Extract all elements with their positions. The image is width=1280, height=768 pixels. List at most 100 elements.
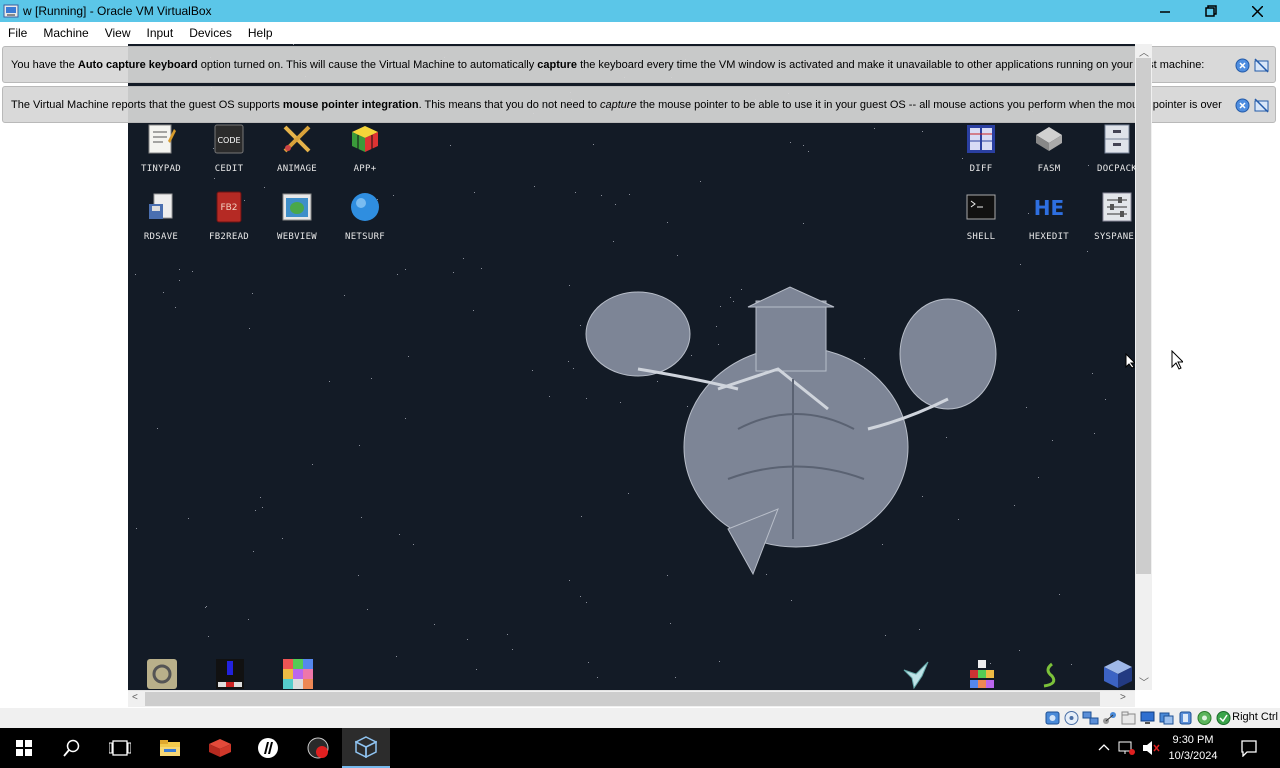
star: [293, 44, 294, 45]
scroll-up-icon[interactable]: ︿: [1139, 44, 1149, 59]
minimize-button[interactable]: [1142, 0, 1188, 22]
star: [397, 274, 398, 275]
auto-capture-notice: You have the Auto capture keyboard optio…: [2, 46, 1276, 83]
star: [629, 194, 630, 195]
app-taskbar-item[interactable]: [244, 728, 292, 768]
star: [463, 258, 464, 259]
optical-drive-icon[interactable]: [1063, 710, 1080, 726]
restore-button[interactable]: [1188, 0, 1234, 22]
window-titlebar[interactable]: w [Running] - Oracle VM VirtualBox: [0, 0, 1280, 22]
vertical-scrollbar[interactable]: ︿ ﹀: [1135, 44, 1152, 690]
star: [670, 623, 671, 624]
star: [667, 222, 668, 223]
guest-desktop[interactable]: TINYPAD CODE CEDIT ANIMAGE APP+ RDSAVE F…: [128, 44, 1135, 690]
vertical-scroll-thumb[interactable]: [1136, 58, 1151, 574]
file-explorer-taskbar-item[interactable]: [146, 728, 194, 768]
app-taskbar-item[interactable]: [294, 728, 342, 768]
desktop-icon-cedit[interactable]: CODE CEDIT: [196, 122, 262, 174]
svg-text:CODE: CODE: [217, 136, 240, 145]
star: [675, 677, 676, 678]
snake-icon[interactable]: [1034, 658, 1066, 690]
desktop-icon-syspanel[interactable]: SYSPANEL: [1084, 190, 1135, 242]
star: [1038, 477, 1039, 478]
crossed-tools-icon: [280, 122, 314, 156]
close-button[interactable]: [1234, 0, 1280, 22]
hex-editor-icon: HE: [1032, 190, 1066, 224]
star: [1087, 251, 1088, 252]
start-button[interactable]: [0, 728, 48, 768]
mouse-integration-icon[interactable]: [1215, 710, 1232, 726]
menu-view[interactable]: View: [97, 22, 139, 44]
scroll-left-icon[interactable]: <: [132, 692, 138, 703]
star: [885, 635, 886, 636]
star: [575, 192, 576, 193]
star: [252, 293, 253, 294]
virtualbox-taskbar-item[interactable]: [342, 728, 390, 768]
star: [1018, 310, 1019, 311]
hummingbird-icon[interactable]: [900, 658, 932, 690]
hard-disk-icon[interactable]: [1044, 710, 1061, 726]
scroll-right-icon[interactable]: >: [1120, 692, 1126, 703]
taskbar-clock[interactable]: 9:30 PM 10/3/2024: [1163, 732, 1223, 764]
star: [1020, 264, 1021, 265]
windows-taskbar: 9:30 PM 10/3/2024: [0, 728, 1280, 768]
menu-devices[interactable]: Devices: [181, 22, 240, 44]
star: [473, 310, 474, 311]
dock-app-icon[interactable]: [146, 658, 178, 690]
star: [214, 178, 215, 179]
tetris-icon[interactable]: [966, 658, 998, 690]
recording-icon[interactable]: [1177, 710, 1194, 726]
menu-machine[interactable]: Machine: [35, 22, 96, 44]
desktop-icon-docpack[interactable]: DOCPACK: [1084, 122, 1135, 174]
menu-input[interactable]: Input: [139, 22, 182, 44]
horizontal-scrollbar[interactable]: < >: [128, 690, 1135, 707]
horizontal-scroll-thumb[interactable]: [145, 692, 1100, 706]
usb-icon[interactable]: [1101, 710, 1118, 726]
desktop-icon-shell[interactable]: SHELL: [948, 190, 1014, 242]
star: [532, 370, 533, 371]
volume-muted-icon[interactable]: [1142, 740, 1160, 756]
notice-close-icon[interactable]: [1235, 58, 1250, 73]
star: [569, 580, 570, 581]
task-view-button[interactable]: [96, 728, 144, 768]
display-icon[interactable]: [1139, 710, 1156, 726]
desktop-icon-netsurf[interactable]: NETSURF: [332, 190, 398, 242]
scroll-down-icon[interactable]: ﹀: [1139, 674, 1149, 689]
star: [248, 619, 249, 620]
notice-suppress-icon[interactable]: [1254, 58, 1269, 73]
notice-close-icon[interactable]: [1235, 98, 1250, 113]
desktop-icon-tinypad[interactable]: TINYPAD: [128, 122, 194, 174]
vm-status-bar: Right Ctrl: [0, 708, 1280, 728]
star: [453, 272, 454, 273]
search-button[interactable]: [48, 728, 96, 768]
star: [512, 649, 513, 650]
network-status-icon[interactable]: [1118, 740, 1136, 756]
desktop-icon-webview[interactable]: WEBVIEW: [264, 190, 330, 242]
host-key-label[interactable]: Right Ctrl: [1232, 711, 1278, 723]
desktop-icon-diff[interactable]: DIFF: [948, 122, 1014, 174]
notice-text: You have the Auto capture keyboard optio…: [11, 58, 1205, 71]
dock-app-icon[interactable]: [214, 658, 246, 690]
desktop-icon-hexedit[interactable]: HE HEXEDIT: [1016, 190, 1082, 242]
video-capture-icon[interactable]: [1158, 710, 1175, 726]
tree-house-planet-wallpaper: [585, 286, 997, 576]
chevron-up-icon[interactable]: [1098, 743, 1110, 751]
desktop-icon-fb2read[interactable]: FB2 FB2READ: [196, 190, 262, 242]
dock-app-icon[interactable]: [282, 658, 314, 690]
menu-file[interactable]: File: [0, 22, 35, 44]
star: [450, 145, 451, 146]
desktop-icon-fasm[interactable]: FASM: [1016, 122, 1082, 174]
app-taskbar-item[interactable]: [196, 728, 244, 768]
notice-suppress-icon[interactable]: [1254, 98, 1269, 113]
rubik-cube-icon: [348, 122, 382, 156]
guest-additions-icon[interactable]: [1196, 710, 1213, 726]
notifications-icon[interactable]: [1240, 739, 1258, 757]
shared-folders-icon[interactable]: [1120, 710, 1137, 726]
star: [1026, 407, 1027, 408]
network-icon[interactable]: [1082, 710, 1099, 726]
desktop-icon-animage[interactable]: ANIMAGE: [264, 122, 330, 174]
cube-game-icon[interactable]: [1102, 658, 1134, 690]
menu-help[interactable]: Help: [240, 22, 281, 44]
desktop-icon-appplus[interactable]: APP+: [332, 122, 398, 174]
desktop-icon-rdsave[interactable]: RDSAVE: [128, 190, 194, 242]
